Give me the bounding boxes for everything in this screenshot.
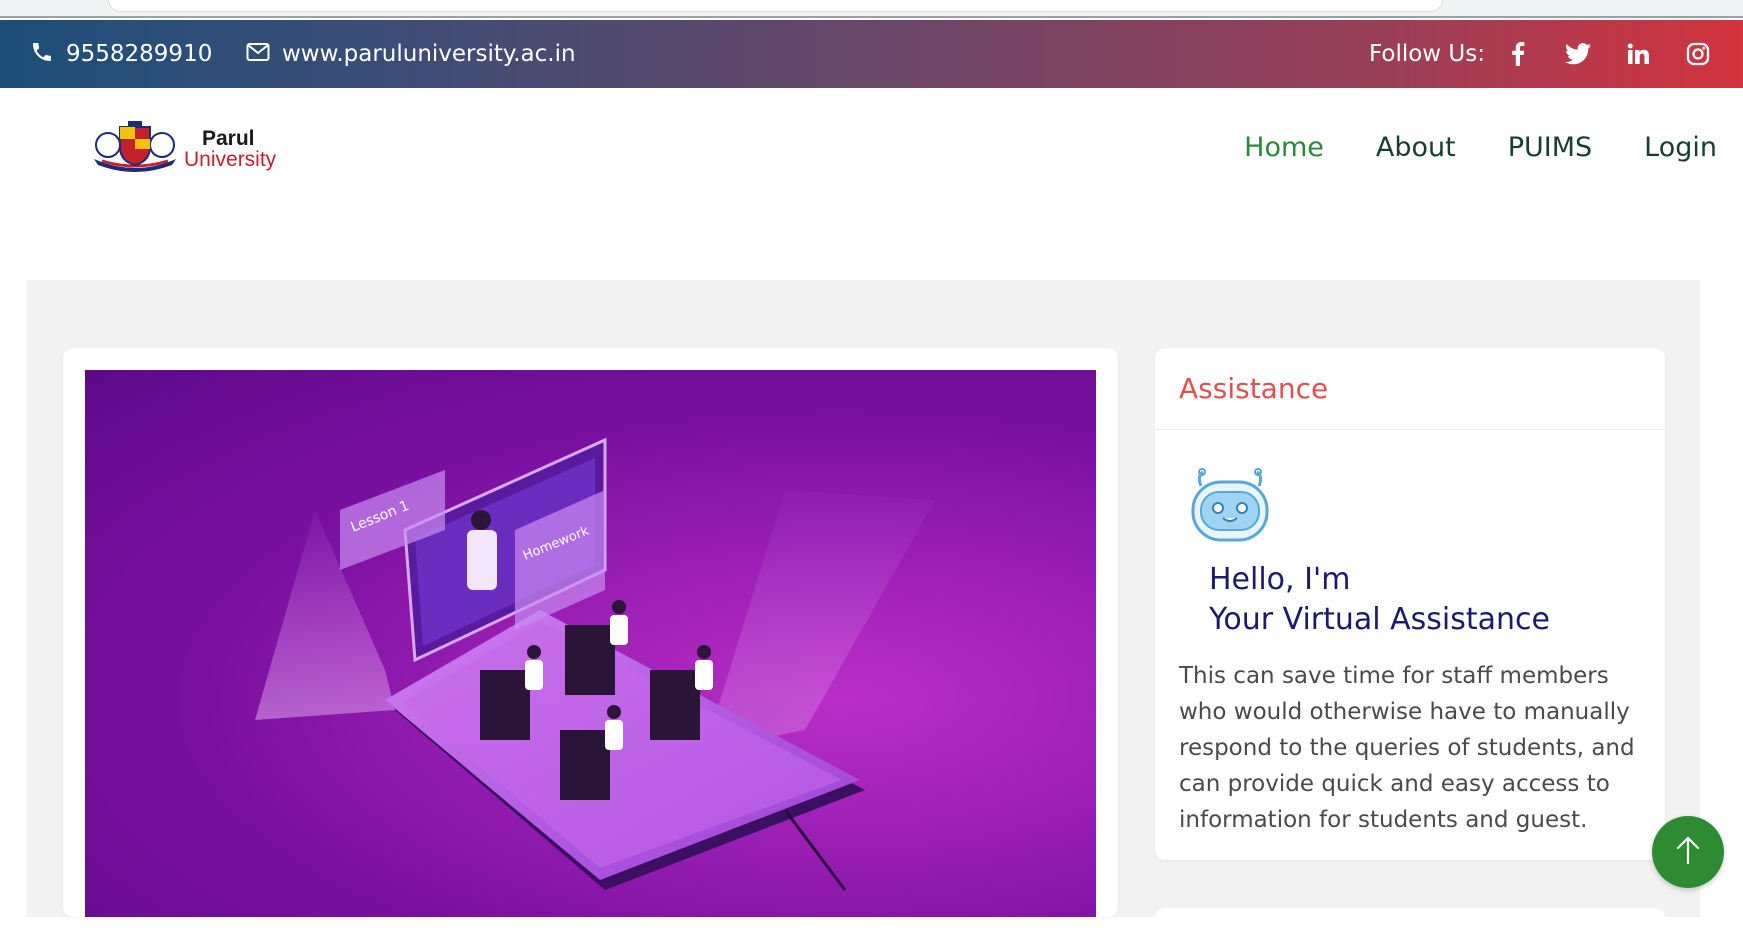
university-logo[interactable]: Parul University [90,118,277,180]
facebook-icon[interactable] [1503,39,1533,69]
logo-line-1: Parul [202,127,255,150]
greeting-line-2: Your Virtual Assistance [1209,602,1551,637]
instagram-icon[interactable] [1683,39,1713,69]
nav-login[interactable]: Login [1644,132,1717,163]
nav-home[interactable]: Home [1244,132,1324,163]
mail-icon [246,42,270,66]
phone-contact[interactable]: 9558289910 [30,20,212,88]
phone-number: 9558289910 [66,41,213,67]
assistance-card: Assistance Hello, I'm Your Virtual Assis… [1155,348,1665,860]
assistance-description: This can save time for staff members who… [1179,663,1635,833]
address-bar[interactable] [108,0,1443,12]
website-contact[interactable]: www.paruluniversity.ac.in [246,20,576,88]
phone-icon [30,40,54,68]
twitter-icon[interactable] [1563,39,1593,69]
site-header: Parul University Home About PUIMS Login [0,88,1743,206]
greeting-line-1: Hello, I'm [1209,562,1351,597]
assistance-header: Assistance [1155,348,1665,430]
browser-toolbar [0,0,1743,18]
main-content: Lesson 1 Homework Assistance Hello, I'm … [27,280,1700,928]
next-card [1155,908,1665,928]
robot-icon [1187,462,1273,546]
nav-puims[interactable]: PUIMS [1508,132,1592,163]
hero-card: Lesson 1 Homework [63,348,1118,917]
arrow-up-icon [1675,835,1701,869]
assistant-greeting: Hello, I'm Your Virtual Assistance [1209,560,1550,640]
linkedin-icon[interactable] [1623,39,1653,69]
crest-icon [90,119,180,179]
nav-about[interactable]: About [1376,132,1456,163]
assistance-title: Assistance [1179,372,1329,405]
scroll-to-top-button[interactable] [1652,816,1724,888]
follow-us: Follow Us: [1369,20,1713,88]
follow-us-label: Follow Us: [1368,41,1485,67]
top-contact-bar: 9558289910 www.paruluniversity.ac.in Fol… [0,20,1743,88]
main-nav: Home About PUIMS Login [1192,88,1717,206]
website-url: www.paruluniversity.ac.in [282,41,576,67]
logo-line-2: University [184,148,277,171]
e-learning-illustration: Lesson 1 Homework [85,370,1096,917]
